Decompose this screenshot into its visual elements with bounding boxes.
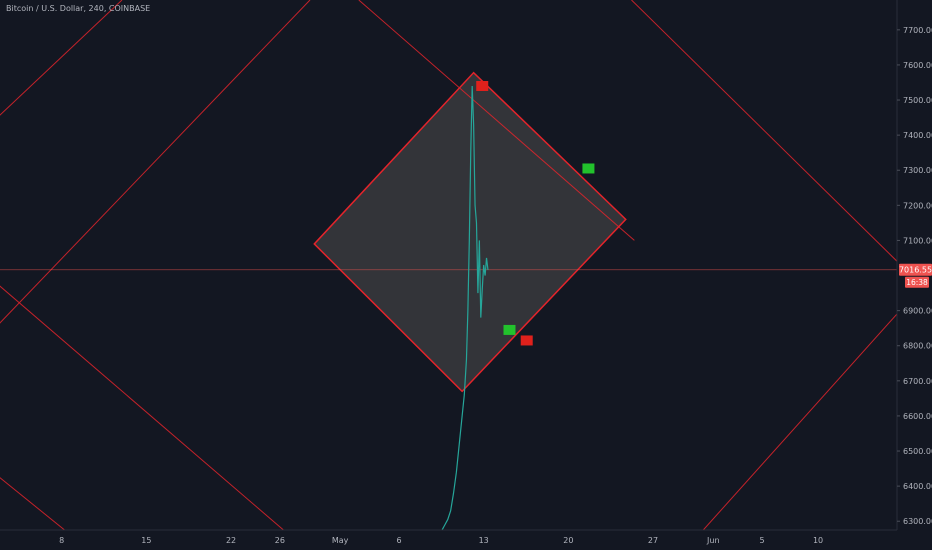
y-tick-label: 6500.00 xyxy=(903,447,932,456)
chart-canvas[interactable]: 7700.00 7600.00 7500.00 7400.00 7300.00 7200.… xyxy=(0,0,932,550)
y-tick-label: 6300.00 xyxy=(903,517,932,526)
x-tick-label: 20 xyxy=(563,536,573,545)
guide-line[interactable] xyxy=(0,261,310,550)
y-tick-label: 6600.00 xyxy=(903,412,932,421)
x-tick-label: 15 xyxy=(141,536,151,545)
x-tick-label: Jun xyxy=(706,536,720,545)
y-tick-label: 7200.00 xyxy=(903,201,932,210)
x-tick-label: 13 xyxy=(479,536,489,545)
chart-title: Bitcoin / U.S. Dollar, 240, COINBASE xyxy=(6,4,151,13)
guide-line[interactable] xyxy=(0,0,123,142)
y-tick-label: 7300.00 xyxy=(903,166,932,175)
x-tick-label: 8 xyxy=(59,536,64,545)
signal-marker[interactable] xyxy=(476,80,489,91)
x-tick-label: 22 xyxy=(226,536,236,545)
y-tick-label: 6700.00 xyxy=(903,377,932,386)
x-tick-label: May xyxy=(332,536,349,545)
x-tick-label: 26 xyxy=(275,536,285,545)
signal-marker[interactable] xyxy=(520,335,533,346)
y-tick-label: 7600.00 xyxy=(903,61,932,70)
y-tick-label: 6800.00 xyxy=(903,342,932,351)
y-tick-label: 6400.00 xyxy=(903,482,932,491)
guide-line[interactable] xyxy=(0,0,311,353)
guide-line[interactable] xyxy=(0,455,65,530)
y-tick-label: 7400.00 xyxy=(903,131,932,140)
x-tick-label: 6 xyxy=(396,536,401,545)
plot-area xyxy=(0,0,932,550)
signal-marker[interactable] xyxy=(503,324,516,335)
x-tick-label: 27 xyxy=(648,536,658,545)
y-tick-label: 6900.00 xyxy=(903,307,932,316)
guide-line[interactable] xyxy=(631,0,932,304)
y-tick-label: 7100.00 xyxy=(903,236,932,245)
y-tick-label: 7500.00 xyxy=(903,96,932,105)
guide-line[interactable] xyxy=(702,258,932,530)
x-tick-label: 10 xyxy=(813,536,823,545)
signal-marker[interactable] xyxy=(582,163,595,174)
price-label: 7016.55 xyxy=(899,266,932,275)
countdown-label: 16:38 xyxy=(906,278,928,287)
y-tick-label: 7700.00 xyxy=(903,26,932,35)
x-tick-label: 5 xyxy=(760,536,765,545)
